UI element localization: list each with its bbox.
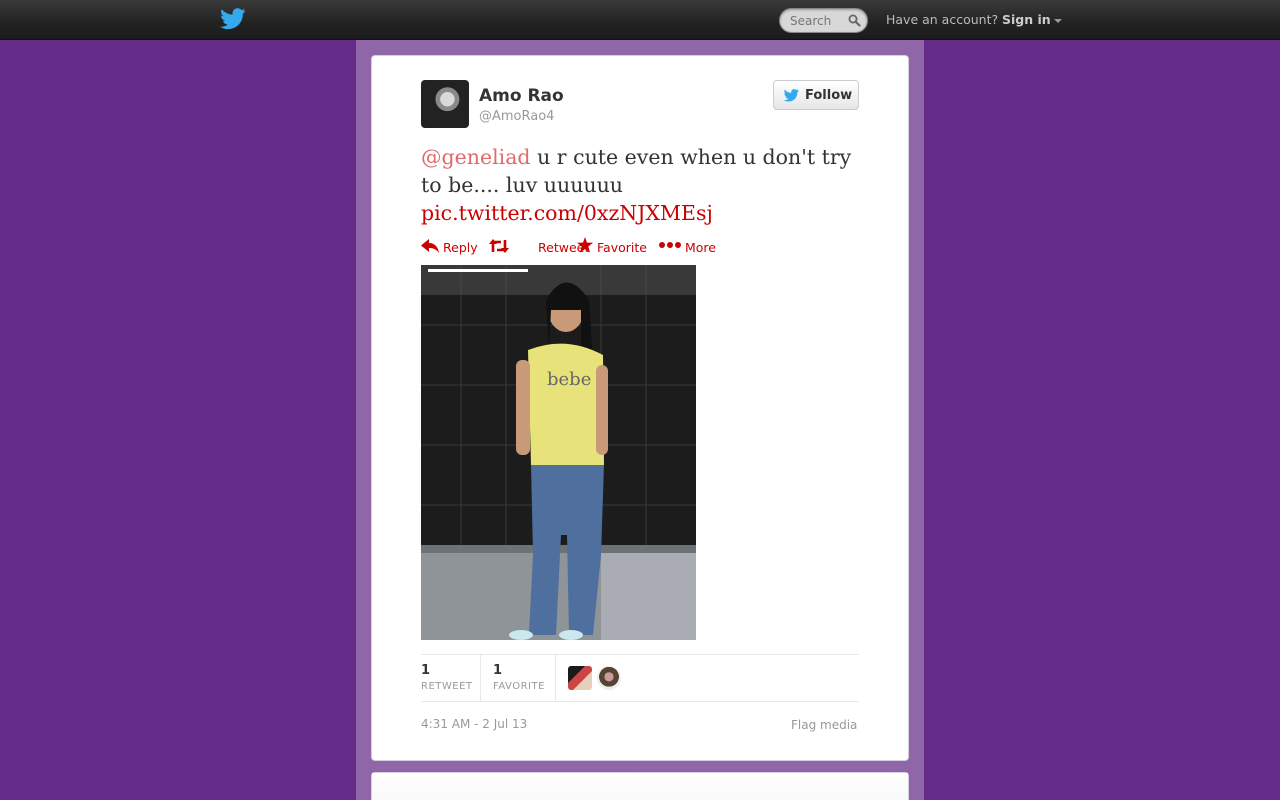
retweet-count: 1 [421, 663, 431, 678]
chevron-down-icon [1053, 18, 1062, 23]
photo-image: bebe [421, 265, 696, 640]
divider [555, 655, 556, 701]
search-input[interactable] [790, 13, 846, 29]
follow-button[interactable]: Follow [773, 80, 859, 110]
have-account-text: Have an account? [886, 12, 999, 27]
tweet-media-photo[interactable]: bebe [421, 265, 696, 640]
more-dots-icon [659, 242, 681, 248]
follow-label: Follow [805, 88, 853, 103]
twitter-bird-icon [783, 89, 800, 102]
pic-link[interactable]: pic.twitter.com/0xzNJXMEsj [421, 201, 713, 225]
avatar[interactable] [421, 80, 469, 128]
svg-text:bebe: bebe [547, 369, 591, 390]
flag-media-link[interactable]: Flag media [791, 718, 857, 732]
divider [421, 701, 859, 702]
tweet-text: @geneliad u r cute even when u don't try… [421, 143, 861, 227]
divider [480, 655, 481, 701]
author-name[interactable]: Amo Rao [479, 86, 564, 106]
reply-icon [421, 239, 439, 253]
mention-link[interactable]: @geneliad [421, 145, 531, 169]
search-box[interactable] [779, 8, 868, 33]
favorite-stat-label: FAVORITE [493, 681, 545, 692]
favoriter-avatar[interactable] [597, 666, 621, 690]
sign-in-link[interactable]: Sign in [1002, 12, 1062, 27]
retweet-stat-label: RETWEET [421, 681, 473, 692]
tweet-timestamp[interactable]: 4:31 AM - 2 Jul 13 [421, 717, 527, 731]
twitter-bird-icon[interactable] [220, 8, 246, 30]
more-label: More [685, 240, 716, 255]
search-icon[interactable] [848, 14, 861, 27]
next-card [371, 772, 909, 800]
top-bar: Have an account? Sign in [0, 0, 1280, 40]
reply-label: Reply [443, 240, 478, 255]
divider [421, 654, 859, 655]
retweet-icon [489, 239, 509, 253]
star-icon [577, 237, 593, 253]
favorite-label: Favorite [597, 240, 647, 255]
favorite-count: 1 [493, 663, 503, 678]
sign-in-label: Sign in [1002, 12, 1051, 27]
author-handle[interactable]: @AmoRao4 [479, 109, 554, 124]
favoriter-avatar[interactable] [568, 666, 592, 690]
